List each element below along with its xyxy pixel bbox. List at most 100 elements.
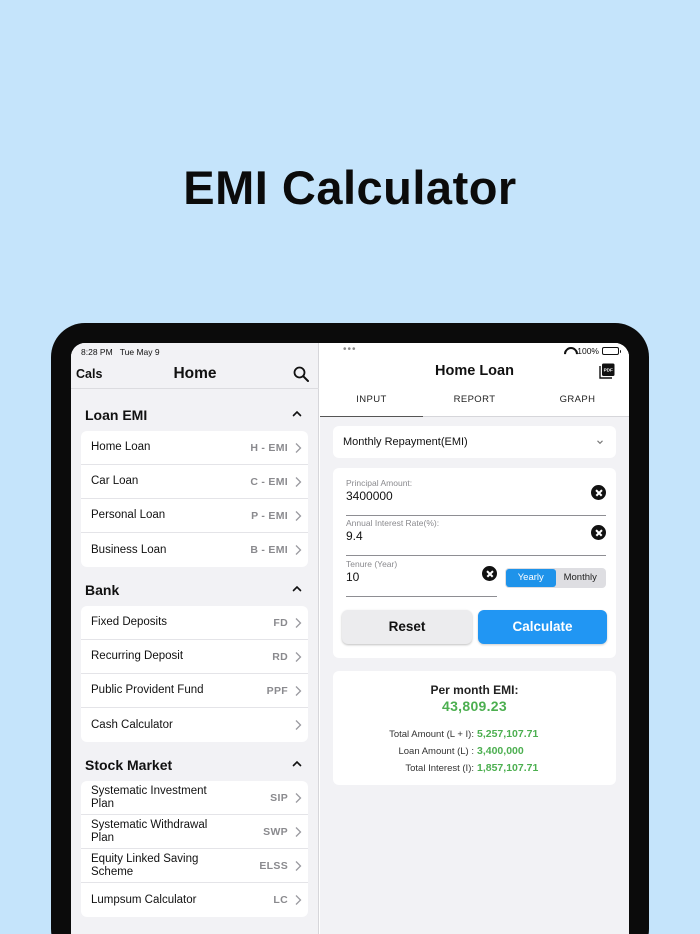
chevron-up-icon[interactable] bbox=[292, 409, 302, 419]
sidebar-item-code: C - EMI bbox=[250, 475, 288, 488]
sidebar-item-label: Equity Linked Saving Scheme bbox=[91, 852, 199, 878]
pdf-export-icon[interactable]: PDF bbox=[599, 363, 615, 379]
sidebar-item-code: RD bbox=[272, 650, 288, 663]
chevron-right-icon bbox=[295, 720, 302, 730]
sidebar-item-label: Cash Calculator bbox=[91, 718, 173, 731]
sidebar-item-code: SWP bbox=[263, 825, 288, 838]
emi-value: 43,809.23 bbox=[442, 698, 507, 714]
multitasking-dots[interactable]: ••• bbox=[343, 344, 357, 355]
repayment-mode-dropdown[interactable]: Monthly Repayment(EMI) bbox=[333, 426, 616, 458]
section-header[interactable]: Bank bbox=[81, 572, 308, 606]
tenure-unit-toggle[interactable]: Yearly Monthly bbox=[505, 568, 606, 588]
rate-field[interactable]: Annual Interest Rate(%): 9.4 bbox=[346, 516, 606, 556]
app-screen: Cals Home Loan EMI Home Loan H - EMI Car Lo… bbox=[71, 343, 629, 934]
sidebar: Cals Home Loan EMI Home Loan H - EMI Car Lo… bbox=[71, 343, 319, 934]
rate-label: Annual Interest Rate(%): bbox=[346, 518, 440, 528]
section-title: Stock Market bbox=[85, 757, 173, 773]
sidebar-item[interactable]: Equity Linked Saving Scheme ELSS bbox=[81, 849, 308, 883]
tenure-label: Tenure (Year) bbox=[346, 559, 398, 569]
sidebar-item-label: Fixed Deposits bbox=[91, 616, 168, 628]
principal-input[interactable]: 3400000 bbox=[346, 489, 393, 503]
clear-rate-icon[interactable] bbox=[591, 525, 606, 540]
tenure-yearly-option[interactable]: Yearly bbox=[506, 569, 556, 587]
chevron-right-icon bbox=[295, 826, 302, 837]
total-interest-label: Total Interest (I): bbox=[405, 763, 474, 774]
total-amount-value: 5,257,107.71 bbox=[477, 728, 539, 740]
loan-input-form: Principal Amount: 3400000 Annual Interes… bbox=[333, 468, 616, 658]
chevron-right-icon bbox=[295, 651, 302, 662]
sidebar-item[interactable]: Personal Loan P - EMI bbox=[81, 499, 308, 533]
emi-result-card: Per month EMI: 43,809.23 Total Amount (L… bbox=[333, 671, 616, 785]
battery-percent: 100% bbox=[577, 346, 599, 356]
sidebar-item[interactable]: Lumpsum Calculator LC bbox=[81, 883, 308, 917]
sidebar-item-label: Car Loan bbox=[91, 475, 139, 487]
clear-tenure-icon[interactable] bbox=[482, 566, 497, 581]
chevron-right-icon bbox=[295, 685, 302, 696]
sidebar-item-code: H - EMI bbox=[250, 441, 288, 454]
sidebar-item-label: Personal Loan bbox=[91, 509, 166, 521]
sidebar-item-code: P - EMI bbox=[251, 509, 288, 522]
section-card: Systematic Investment Plan SIP Systematic … bbox=[81, 781, 308, 917]
calculate-button[interactable]: Calculate bbox=[478, 610, 607, 644]
sidebar-item-code: LC bbox=[273, 894, 288, 906]
sidebar-item-label: Public Provident Fund bbox=[91, 684, 204, 696]
sidebar-item-label: Business Loan bbox=[91, 543, 167, 556]
status-right: 100% bbox=[564, 346, 621, 356]
tenure-monthly-option[interactable]: Monthly bbox=[556, 569, 606, 587]
sidebar-item[interactable]: Systematic Investment Plan SIP bbox=[81, 781, 308, 815]
tenure-input[interactable]: 10 bbox=[346, 570, 359, 584]
chevron-up-icon[interactable] bbox=[292, 584, 302, 594]
loan-amount-label: Loan Amount (L) : bbox=[398, 746, 474, 757]
total-interest-value: 1,857,107.71 bbox=[477, 762, 539, 774]
repayment-mode-value: Monthly Repayment(EMI) bbox=[343, 436, 468, 448]
reset-button[interactable]: Reset bbox=[342, 610, 472, 644]
section-header[interactable]: Stock Market bbox=[81, 747, 308, 781]
pdf-icon-text: PDF bbox=[604, 368, 613, 373]
tab-report[interactable]: REPORT bbox=[423, 391, 526, 417]
rate-input[interactable]: 9.4 bbox=[346, 529, 363, 543]
tab-graph[interactable]: GRAPH bbox=[526, 391, 629, 417]
section-header[interactable]: Loan EMI bbox=[81, 397, 308, 431]
wifi-icon bbox=[564, 347, 574, 355]
sidebar-item-label: Recurring Deposit bbox=[91, 650, 184, 662]
battery-icon bbox=[602, 347, 621, 355]
tenure-field[interactable]: Tenure (Year) 10 bbox=[346, 557, 497, 597]
sidebar-section: Bank Fixed Deposits FD Recurring Deposit RD P… bbox=[81, 572, 308, 742]
chevron-right-icon bbox=[295, 895, 302, 905]
sidebar-item[interactable]: Systematic Withdrawal Plan SWP bbox=[81, 815, 308, 849]
principal-label: Principal Amount: bbox=[346, 478, 413, 488]
section-card: Fixed Deposits FD Recurring Deposit RD Publi… bbox=[81, 606, 308, 742]
tab-bar: INPUT REPORT GRAPH bbox=[320, 391, 629, 417]
sidebar-title: Home bbox=[173, 365, 217, 382]
sidebar-section: Loan EMI Home Loan H - EMI Car Loan C - EMI P… bbox=[81, 397, 308, 567]
sidebar-item-label: Home Loan bbox=[91, 441, 151, 453]
sidebar-item-code: ELSS bbox=[259, 859, 288, 872]
chevron-right-icon bbox=[295, 510, 302, 521]
sidebar-item[interactable]: Cash Calculator bbox=[81, 708, 308, 742]
main-panel: Home Loan PDF INPUT REPORT GRAPH Monthly… bbox=[320, 343, 629, 934]
sidebar-item-code: SIP bbox=[270, 791, 288, 804]
search-icon[interactable] bbox=[293, 366, 309, 382]
chevron-right-icon bbox=[295, 792, 302, 803]
chevron-right-icon bbox=[295, 617, 302, 628]
sidebar-item-label: Systematic Withdrawal Plan bbox=[91, 818, 208, 844]
promo-headline: EMI Calculator bbox=[183, 161, 517, 214]
principal-field[interactable]: Principal Amount: 3400000 bbox=[346, 476, 606, 516]
status-time: 8:28 PM Tue May 9 bbox=[81, 347, 160, 357]
sidebar-item[interactable]: Home Loan H - EMI bbox=[81, 431, 308, 465]
emi-heading: Per month EMI: bbox=[430, 683, 519, 697]
chevron-right-icon bbox=[295, 476, 302, 487]
chevron-up-icon[interactable] bbox=[292, 759, 302, 769]
sidebar-item[interactable]: Business Loan B - EMI bbox=[81, 533, 308, 567]
chevron-right-icon bbox=[295, 545, 302, 555]
sidebar-item[interactable]: Fixed Deposits FD bbox=[81, 606, 308, 640]
tab-input[interactable]: INPUT bbox=[320, 391, 423, 417]
sidebar-item[interactable]: Public Provident Fund PPF bbox=[81, 674, 308, 708]
sidebar-item[interactable]: Recurring Deposit RD bbox=[81, 640, 308, 674]
clear-principal-icon[interactable] bbox=[591, 485, 606, 500]
sidebar-item-label: Systematic Investment Plan bbox=[91, 784, 207, 810]
sidebar-item[interactable]: Car Loan C - EMI bbox=[81, 465, 308, 499]
sidebar-section: Stock Market Systematic Investment Plan SI… bbox=[81, 747, 308, 917]
page-title: Home Loan bbox=[435, 363, 514, 379]
sidebar-header: Cals Home bbox=[71, 361, 319, 389]
